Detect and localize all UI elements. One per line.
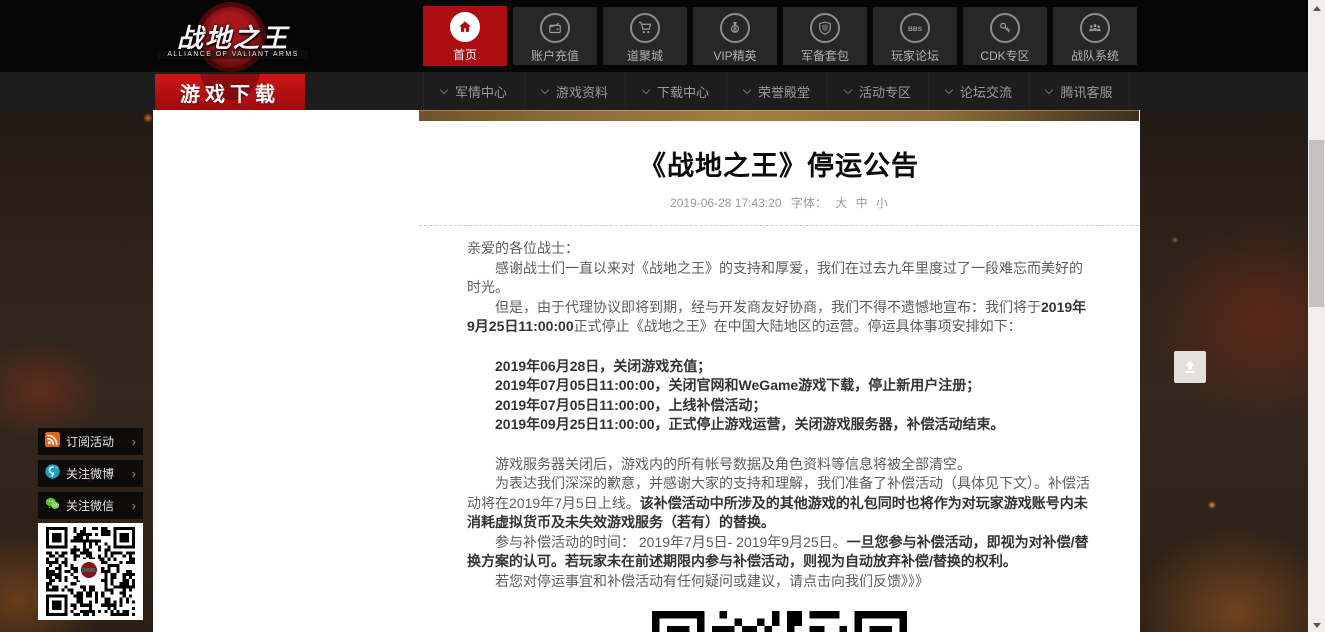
site-logo[interactable]: 战地之王 ALLIANCE OF VALIANT ARMS — [158, 4, 308, 70]
article-body: 亲爱的各位战士： 感谢战士们一直以来对《战地之王》的支持和厚爱，我们在过去九年里… — [467, 239, 1091, 591]
paragraph: 为表达我们深深的歉意，并感谢大家的支持和理解，我们准备了补偿活动（具体见下文）。… — [467, 474, 1091, 533]
paragraph: 感谢战士们一直以来对《战地之王》的支持和厚爱，我们在过去九年里度过了一段难忘而美… — [467, 259, 1091, 298]
chevron-right-icon: › — [132, 498, 136, 513]
nav-button-vip[interactable]: VIP精英 — [693, 7, 777, 65]
vertical-scrollbar[interactable] — [1308, 0, 1325, 632]
logo-subtitle: ALLIANCE OF VALIANT ARMS — [158, 50, 308, 59]
article-datetime: 2019-06-28 17:43:20 — [670, 196, 781, 210]
top-header-bar: 战地之王 ALLIANCE OF VALIANT ARMS 首页 账户充值 — [0, 0, 1308, 72]
paragraph: 游戏服务器关闭后，游戏内的所有帐号数据及角色资料等信息将被全部清空。 — [467, 455, 1091, 475]
chevron-down-icon — [440, 85, 448, 93]
wechat-icon — [45, 496, 60, 516]
paragraph-schedule: 2019年07月05日11:00:00，上线补偿活动； — [467, 396, 1091, 416]
chevron-down-icon — [743, 85, 751, 93]
font-size-medium-button[interactable]: 中 — [856, 196, 868, 210]
svg-text:BBS: BBS — [908, 26, 923, 33]
paragraph-schedule: 2019年06月28日，关闭游戏充值； — [467, 357, 1091, 377]
font-size-large-button[interactable]: 大 — [835, 196, 847, 210]
scrollbar-down-arrow[interactable] — [1308, 616, 1325, 632]
scrollbar-up-arrow[interactable] — [1308, 0, 1325, 16]
rss-icon — [45, 432, 60, 452]
team-icon — [1080, 13, 1110, 43]
chevron-down-icon — [945, 85, 953, 93]
nav-button-cdk[interactable]: CDK专区 — [963, 7, 1047, 65]
sidebar-item-subscribe[interactable]: 订阅活动 › — [38, 428, 143, 455]
subnav-war-center[interactable]: 军情中心 — [423, 72, 524, 110]
wechat-qr-code — [38, 523, 143, 620]
paragraph: 亲爱的各位战士： — [467, 239, 1091, 259]
main-navigation: 首页 账户充值 道聚城 VIP精英 — [423, 7, 1137, 66]
paragraph-schedule: 2019年07月05日11:00:00，关闭官网和WeGame游戏下载，停止新用… — [467, 376, 1091, 396]
subnav-game-info[interactable]: 游戏资料 — [524, 72, 625, 110]
subnav-download-center[interactable]: 下载中心 — [625, 72, 726, 110]
nav-button-home[interactable]: 首页 — [423, 6, 507, 66]
dashed-divider — [419, 225, 1139, 226]
paragraph-feedback-link[interactable]: 若您对停运事宜和补偿活动有任何疑问或建议，请点击向我们反馈》》》 — [467, 572, 1091, 592]
subnav-events[interactable]: 活动专区 — [827, 72, 928, 110]
scrollbar-thumb[interactable] — [1309, 140, 1324, 307]
article-meta: 2019-06-28 17:43:20 字体： 大 中 小 — [419, 194, 1139, 211]
nav-button-gearpack[interactable]: 军备套包 — [783, 7, 867, 65]
game-download-button[interactable]: 游戏下载 — [155, 74, 305, 110]
nav-button-clan[interactable]: 战队系统 — [1053, 7, 1137, 65]
key-icon — [990, 13, 1020, 43]
nav-button-forum[interactable]: BBS 玩家论坛 — [873, 7, 957, 65]
sidebar-item-weibo[interactable]: 关注微博 › — [38, 460, 143, 487]
page-background: 战地之王 ALLIANCE OF VALIANT ARMS 首页 账户充值 — [0, 0, 1308, 632]
announcement-article: 《战地之王》停运公告 2019-06-28 17:43:20 字体： 大 中 小… — [419, 121, 1139, 632]
subnav-hall-of-honor[interactable]: 荣誉殿堂 — [726, 72, 827, 110]
chevron-right-icon: › — [132, 466, 136, 481]
cart-icon — [630, 13, 660, 43]
subnav-forum-exchange[interactable]: 论坛交流 — [928, 72, 1029, 110]
font-size-label: 字体： — [791, 196, 827, 210]
home-icon — [450, 12, 480, 42]
article-title: 《战地之王》停运公告 — [419, 144, 1139, 183]
weibo-icon — [45, 464, 60, 484]
nav-button-mall[interactable]: 道聚城 — [603, 7, 687, 65]
chevron-down-icon — [844, 85, 852, 93]
subnav-tencent-service[interactable]: 腾讯客服 — [1029, 72, 1130, 110]
nav-button-recharge[interactable]: 账户充值 — [513, 7, 597, 65]
feedback-qr-code — [652, 611, 907, 632]
paragraph-schedule: 2019年09月25日11:00:00，正式停止游戏运营，关闭游戏服务器，补偿活… — [467, 415, 1091, 435]
chevron-down-icon — [1045, 85, 1053, 93]
font-size-small-button[interactable]: 小 — [876, 196, 888, 210]
medal-icon — [720, 13, 750, 43]
back-to-top-button[interactable] — [1174, 351, 1206, 383]
page-banner-image — [419, 110, 1139, 121]
chevron-down-icon — [642, 85, 650, 93]
paragraph: 参与补偿活动的时间： 2019年7月5日- 2019年9月25日。一旦您参与补偿… — [467, 533, 1091, 572]
shield-icon — [810, 13, 840, 43]
chevron-right-icon: › — [132, 434, 136, 449]
bbs-icon: BBS — [900, 13, 930, 43]
wallet-icon — [540, 13, 570, 43]
paragraph: 但是，由于代理协议即将到期，经与开发商友好协商，我们不得不遗憾地宣布：我们将于2… — [467, 298, 1091, 337]
content-area: 《战地之王》停运公告 2019-06-28 17:43:20 字体： 大 中 小… — [153, 110, 1140, 632]
chevron-down-icon — [541, 85, 549, 93]
sidebar-item-wechat[interactable]: 关注微信 › — [38, 492, 143, 519]
arrow-up-icon — [1182, 359, 1198, 375]
